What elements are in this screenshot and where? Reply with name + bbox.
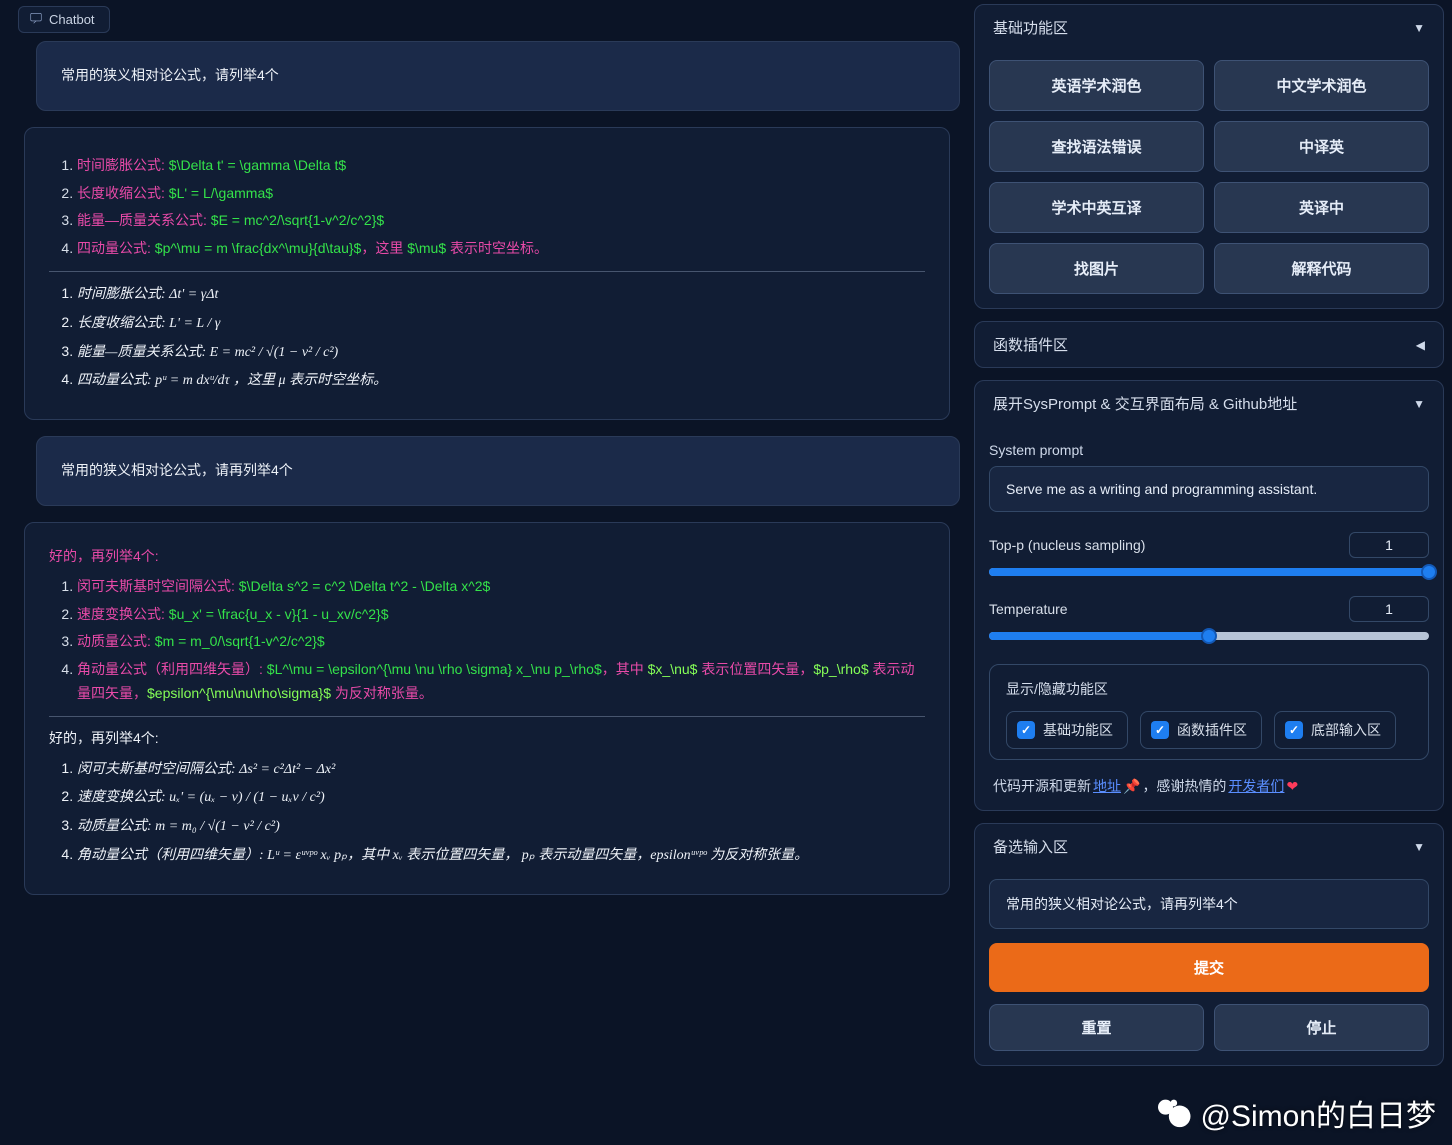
chevron-down-icon: ▼ <box>1413 397 1425 411</box>
list-item: 四动量公式: $p^\mu = m \frac{dx^\mu}{d\tau}$，… <box>77 237 925 261</box>
preset-btn[interactable]: 英语学术润色 <box>989 60 1204 111</box>
slider-thumb[interactable] <box>1201 628 1217 644</box>
temperature-slider[interactable] <box>989 632 1429 640</box>
list-item: 四动量公式: pᵘ = m dxᵘ/dτ ，这里 μ 表示时空坐标。 <box>77 368 925 393</box>
pin-icon: 📌 <box>1123 778 1140 795</box>
slider-fill <box>989 632 1209 640</box>
check-label: 函数插件区 <box>1177 720 1247 740</box>
panel-sysprompt-head[interactable]: 展开SysPrompt & 交互界面布局 & Github地址 ▼ <box>975 381 1443 426</box>
list-item: 角动量公式（利用四维矢量）: Lᵘ = εᵘᵛᵖᵒ xᵥ pₚ，其中 xᵥ 表示… <box>77 843 925 868</box>
raw-latex-list: 闵可夫斯基时空间隔公式: $\Delta s^2 = c^2 \Delta t^… <box>49 575 925 706</box>
panel-basic-head[interactable]: 基础功能区 ▼ <box>975 5 1443 50</box>
user-message: 常用的狭义相对论公式，请再列举4个 <box>36 436 960 506</box>
bot-message: 好的，再列举4个: 闵可夫斯基时空间隔公式: $\Delta s^2 = c^2… <box>24 522 950 895</box>
panel-title: 备选输入区 <box>993 836 1068 857</box>
list-item: 时间膨胀公式: $\Delta t' = \gamma \Delta t$ <box>77 154 925 178</box>
preset-btn[interactable]: 找图片 <box>989 243 1204 294</box>
panel-title: 基础功能区 <box>993 17 1068 38</box>
list-item: 闵可夫斯基时空间隔公式: Δs² = c²Δt² − Δx² <box>77 757 925 782</box>
preset-btn[interactable]: 英译中 <box>1214 182 1429 233</box>
heart-icon: ❤ <box>1286 778 1298 795</box>
checkmark-icon: ✓ <box>1285 721 1303 739</box>
stop-button[interactable]: 停止 <box>1214 1004 1429 1051</box>
list-item: 能量—质量关系公式: $E = mc^2/\sqrt{1-v^2/c^2}$ <box>77 209 925 233</box>
topp-row: Top-p (nucleus sampling) 1 <box>989 532 1429 576</box>
preset-btn[interactable]: 中文学术润色 <box>1214 60 1429 111</box>
preset-btn[interactable]: 学术中英互译 <box>989 182 1204 233</box>
checkbox-input[interactable]: ✓ 底部输入区 <box>1274 711 1396 749</box>
panel-input: 备选输入区 ▼ 常用的狭义相对论公式，请再列举4个 提交 重置 停止 <box>974 823 1444 1066</box>
rendered-list: 闵可夫斯基时空间隔公式: Δs² = c²Δt² − Δx² 速度变换公式: u… <box>49 757 925 868</box>
rendered-intro: 好的，再列举4个: <box>49 727 925 751</box>
list-item: 动质量公式: m = m₀ / √(1 − v² / c²) <box>77 814 925 839</box>
reset-button[interactable]: 重置 <box>989 1004 1204 1051</box>
user-text: 常用的狭义相对论公式，请列举4个 <box>61 67 279 83</box>
footnote: 代码开源和更新 地址 📌 ，感谢热情的 开发者们 ❤ <box>989 776 1429 796</box>
tab-chatbot[interactable]: Chatbot <box>18 6 110 33</box>
panel-sysprompt: 展开SysPrompt & 交互界面布局 & Github地址 ▼ System… <box>974 380 1444 811</box>
list-item: 长度收缩公式: $L' = L/\gamma$ <box>77 182 925 206</box>
topp-label: Top-p (nucleus sampling) <box>989 537 1145 553</box>
check-label: 基础功能区 <box>1043 720 1113 740</box>
tab-label: Chatbot <box>49 12 95 27</box>
submit-button[interactable]: 提交 <box>989 943 1429 992</box>
chevron-left-icon: ◀ <box>1416 338 1425 352</box>
topp-slider[interactable] <box>989 568 1429 576</box>
panel-basic: 基础功能区 ▼ 英语学术润色 中文学术润色 查找语法错误 中译英 学术中英互译 … <box>974 4 1444 309</box>
topp-value[interactable]: 1 <box>1349 532 1429 558</box>
list-item: 速度变换公式: uₓ' = (uₓ − v) / (1 − uₓv / c²) <box>77 785 925 810</box>
rendered-list: 时间膨胀公式: Δt' = γΔt 长度收缩公式: L' = L / γ 能量—… <box>49 282 925 393</box>
user-text: 常用的狭义相对论公式，请再列举4个 <box>61 462 293 478</box>
chat-icon <box>29 11 43 28</box>
sysprompt-label: System prompt <box>989 442 1429 458</box>
prompt-input[interactable]: 常用的狭义相对论公式，请再列举4个 <box>989 879 1429 929</box>
panel-plugins: 函数插件区 ◀ <box>974 321 1444 368</box>
slider-thumb[interactable] <box>1421 564 1437 580</box>
list-item: 时间膨胀公式: Δt' = γΔt <box>77 282 925 307</box>
user-message: 常用的狭义相对论公式，请列举4个 <box>36 41 960 111</box>
preset-btn[interactable]: 查找语法错误 <box>989 121 1204 172</box>
visibility-toggle-box: 显示/隐藏功能区 ✓ 基础功能区 ✓ 函数插件区 ✓ 底部输入区 <box>989 664 1429 760</box>
checkbox-basic[interactable]: ✓ 基础功能区 <box>1006 711 1128 749</box>
temperature-value[interactable]: 1 <box>1349 596 1429 622</box>
list-item: 速度变换公式: $u_x' = \frac{u_x - v}{1 - u_xv/… <box>77 603 925 627</box>
checkmark-icon: ✓ <box>1017 721 1035 739</box>
sysprompt-input[interactable]: Serve me as a writing and programming as… <box>989 466 1429 512</box>
slider-fill <box>989 568 1429 576</box>
list-item: 角动量公式（利用四维矢量）: $L^\mu = \epsilon^{\mu \n… <box>77 658 925 706</box>
bot-message: 时间膨胀公式: $\Delta t' = \gamma \Delta t$ 长度… <box>24 127 950 420</box>
panel-plugins-head[interactable]: 函数插件区 ◀ <box>975 322 1443 367</box>
preset-grid: 英语学术润色 中文学术润色 查找语法错误 中译英 学术中英互译 英译中 找图片 … <box>989 60 1429 294</box>
separator <box>49 716 925 717</box>
panel-input-head[interactable]: 备选输入区 ▼ <box>975 824 1443 869</box>
contrib-link[interactable]: 开发者们 <box>1228 776 1284 796</box>
preset-btn[interactable]: 解释代码 <box>1214 243 1429 294</box>
list-item: 闵可夫斯基时空间隔公式: $\Delta s^2 = c^2 \Delta t^… <box>77 575 925 599</box>
temperature-label: Temperature <box>989 601 1068 617</box>
temperature-row: Temperature 1 <box>989 596 1429 640</box>
toggle-title: 显示/隐藏功能区 <box>1006 679 1412 699</box>
raw-latex-list: 时间膨胀公式: $\Delta t' = \gamma \Delta t$ 长度… <box>49 154 925 261</box>
panel-title: 展开SysPrompt & 交互界面布局 & Github地址 <box>993 393 1297 414</box>
panel-title: 函数插件区 <box>993 334 1068 355</box>
chevron-down-icon: ▼ <box>1413 21 1425 35</box>
checkbox-plugins[interactable]: ✓ 函数插件区 <box>1140 711 1262 749</box>
check-label: 底部输入区 <box>1311 720 1381 740</box>
checkmark-icon: ✓ <box>1151 721 1169 739</box>
repo-link[interactable]: 地址 <box>1093 776 1121 796</box>
list-item: 长度收缩公式: L' = L / γ <box>77 311 925 336</box>
list-item: 能量—质量关系公式: E = mc² / √(1 − v² / c²) <box>77 340 925 365</box>
chat-area: 常用的狭义相对论公式，请列举4个 时间膨胀公式: $\Delta t' = \g… <box>18 41 962 1137</box>
preset-btn[interactable]: 中译英 <box>1214 121 1429 172</box>
separator <box>49 271 925 272</box>
list-item: 动质量公式: $m = m_0/\sqrt{1-v^2/c^2}$ <box>77 630 925 654</box>
chevron-down-icon: ▼ <box>1413 840 1425 854</box>
bot-intro: 好的，再列举4个: <box>49 545 925 569</box>
